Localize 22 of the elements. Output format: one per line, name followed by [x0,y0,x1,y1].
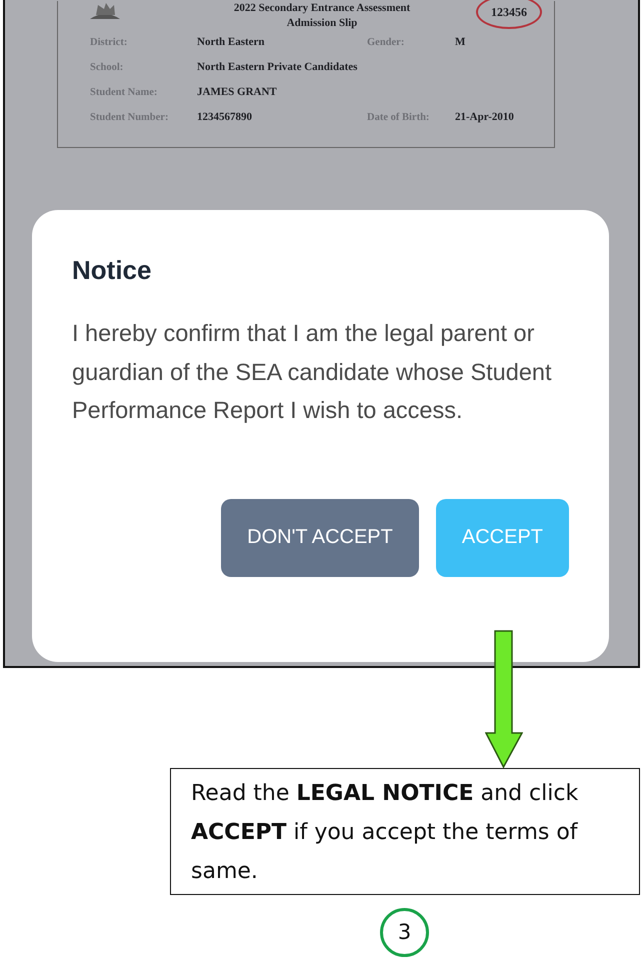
field-value: JAMES GRANT [197,85,278,100]
field-value: M [455,35,466,50]
field-value: 21-Apr-2010 [455,110,515,125]
field-label: District: [90,36,128,50]
coat-of-arms-icon [88,1,122,21]
down-arrow-icon [485,630,523,768]
slip-number: 123456 [476,0,542,29]
step-number-badge: 3 [380,908,429,957]
slip-subheading: Admission Slip [286,16,358,30]
dialog-message: I hereby confirm that I am the legal parent or guardian of the SEA candidate whose Student Performance Report I wish to access. [72,319,552,425]
field-label: Student Number: [90,111,170,125]
field-value: 1234567890 [197,110,253,125]
field-value: North Eastern [197,35,266,50]
field-label: Student Name: [90,86,158,100]
slip-heading: 2022 Secondary Entrance Assessment [234,1,410,15]
field-label: Date of Birth: [367,111,430,125]
dialog-title: Notice [72,254,152,287]
instruction-callout: Read the LEGAL NOTICE and click ACCEPT if you accept the terms of same. [170,768,640,895]
decline-button[interactable]: DON'T ACCEPT [221,498,419,576]
field-value: North Eastern Private Candidates [197,60,358,75]
field-label: Gender: [367,36,406,50]
field-label: School: [90,61,124,75]
